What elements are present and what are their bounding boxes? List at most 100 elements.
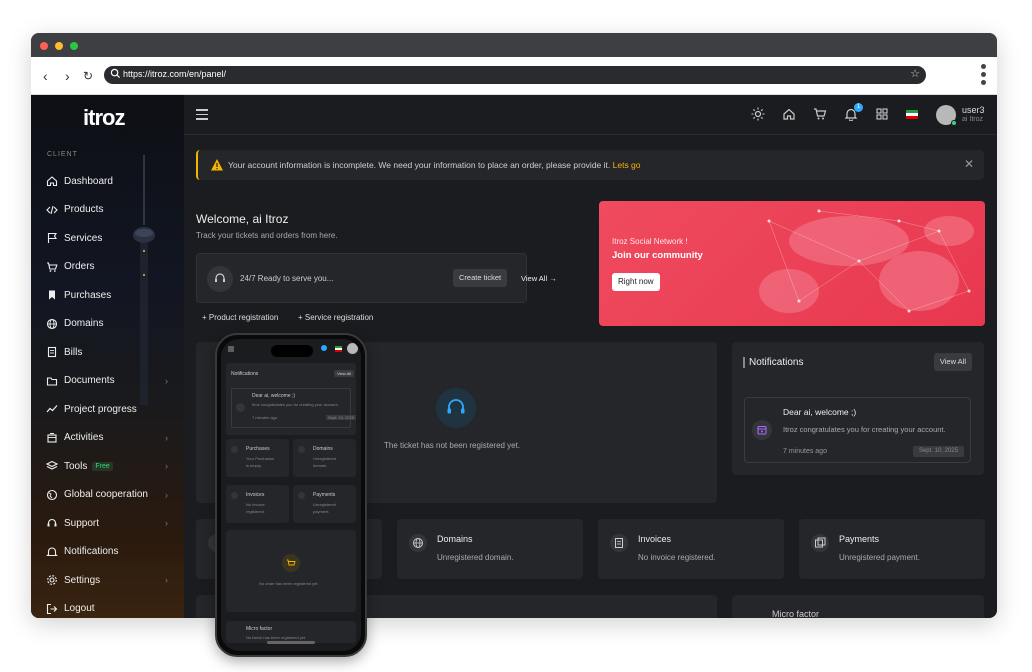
stat-subtitle: Unregistered domain. bbox=[437, 553, 514, 562]
sidebar-item-label: Bills bbox=[64, 346, 83, 358]
phone-notification-item[interactable]: Dear ai, welcome ;) Itroz congratulates … bbox=[231, 388, 357, 428]
back-icon[interactable]: ‹ bbox=[43, 68, 48, 84]
dynamic-island bbox=[271, 345, 313, 357]
product-registration-link[interactable]: + Product registration bbox=[202, 313, 278, 322]
phone-view-all-button[interactable]: View All bbox=[334, 370, 354, 377]
sidebar-item-label: Settings bbox=[64, 574, 101, 586]
url-text: https://itroz.com/en/panel/ bbox=[123, 69, 227, 79]
sidebar-item-support[interactable]: Support › bbox=[31, 509, 184, 538]
phone-card-title: Domains bbox=[313, 446, 333, 452]
phone-notification-date: Sept. 10, 2025 bbox=[326, 415, 357, 420]
sidebar-item-dashboard[interactable]: Dashboard bbox=[31, 167, 184, 196]
sidebar-item-products[interactable]: Products bbox=[31, 196, 184, 225]
sidebar-item-global-cooperation[interactable]: Global cooperation › bbox=[31, 481, 184, 510]
sidebar-item-services[interactable]: Services bbox=[31, 224, 184, 253]
lets-go-link[interactable]: Lets go bbox=[613, 160, 641, 170]
reload-icon[interactable]: ↻ bbox=[83, 69, 93, 83]
warning-icon bbox=[211, 159, 223, 171]
sidebar-item-purchases[interactable]: Purchases bbox=[31, 281, 184, 310]
incomplete-account-alert: Your account information is incomplete. … bbox=[196, 150, 984, 180]
home-icon[interactable] bbox=[782, 107, 796, 121]
phone-card-purchases[interactable]: Purchases Your Purchases is empty. bbox=[226, 439, 289, 477]
headset-icon bbox=[46, 517, 58, 529]
chevron-right-icon: › bbox=[165, 518, 168, 529]
browser-window: ‹ › ↻ https://itroz.com/en/panel/ ☆ itro… bbox=[31, 33, 997, 618]
create-ticket-button[interactable]: Create ticket bbox=[453, 269, 508, 287]
free-badge: Free bbox=[92, 461, 113, 471]
headset-icon bbox=[207, 266, 233, 292]
bell-icon bbox=[46, 546, 58, 558]
calendar-icon bbox=[752, 420, 772, 440]
forward-icon[interactable]: › bbox=[65, 68, 70, 84]
sidebar-item-label: Orders bbox=[64, 261, 95, 273]
notification-body: Itroz congratulates you for creating you… bbox=[783, 425, 946, 434]
app-container: itroz CLIENT Dashboard Products Services Or… bbox=[31, 95, 997, 618]
sidebar-item-activities[interactable]: Activities › bbox=[31, 424, 184, 453]
avatar[interactable] bbox=[347, 343, 358, 354]
invoice-icon bbox=[610, 534, 628, 552]
notifications-title: Notifications bbox=[743, 357, 803, 368]
view-all-label: View All bbox=[521, 274, 548, 283]
notification-count-badge: 1 bbox=[854, 103, 863, 112]
phone-card-invoices[interactable]: Invoices No invoice registered. bbox=[226, 485, 289, 523]
sidebar-item-bills[interactable]: Bills bbox=[31, 338, 184, 367]
activities-icon bbox=[46, 432, 58, 444]
phone-card-payments[interactable]: Payments Unregistered payment. bbox=[293, 485, 356, 523]
payment-icon bbox=[298, 492, 305, 499]
notification-item[interactable]: Dear ai, welcome ;) Itroz congratulates … bbox=[744, 397, 971, 463]
itroz-logo[interactable]: itroz bbox=[83, 105, 125, 131]
globe-cooperation-icon bbox=[46, 489, 58, 501]
cart-icon bbox=[282, 554, 300, 572]
browser-toolbar: ‹ › ↻ https://itroz.com/en/panel/ ☆ bbox=[31, 57, 997, 95]
sidebar-item-label: Global cooperation bbox=[64, 489, 148, 501]
user-name[interactable]: user3 bbox=[962, 105, 985, 115]
gear-icon bbox=[46, 574, 58, 586]
star-icon[interactable]: ☆ bbox=[910, 67, 920, 80]
sidebar-item-documents[interactable]: Documents › bbox=[31, 367, 184, 396]
sidebar-item-tools[interactable]: Tools Free › bbox=[31, 452, 184, 481]
phone-notification-body: Itroz congratulates you for creating you… bbox=[252, 402, 339, 407]
sidebar-item-label: Support bbox=[64, 517, 100, 529]
notifications-view-all-button[interactable]: View All bbox=[933, 353, 972, 371]
chart-line-icon bbox=[46, 403, 58, 415]
cart-icon[interactable] bbox=[813, 107, 827, 121]
stat-card-domains[interactable]: Domains Unregistered domain. bbox=[397, 519, 583, 579]
tickets-view-all-link[interactable]: View All → bbox=[521, 274, 557, 283]
minimize-window-button[interactable] bbox=[55, 42, 63, 50]
address-bar[interactable]: https://itroz.com/en/panel/ ☆ bbox=[104, 66, 926, 84]
sidebar-item-logout[interactable]: Logout bbox=[31, 595, 184, 619]
right-now-button[interactable]: Right now bbox=[612, 273, 660, 291]
phone-card-title: Invoices bbox=[246, 492, 265, 498]
apps-grid-icon[interactable] bbox=[875, 107, 889, 121]
phone-notifications-title: Notifications bbox=[231, 371, 259, 377]
phone-card-title: Purchases bbox=[246, 446, 270, 452]
phone-card-sub1: Your Purchases bbox=[246, 456, 275, 461]
community-banner: Itroz Social Network ! Join our communit… bbox=[599, 201, 985, 326]
language-flag-icon[interactable] bbox=[335, 346, 342, 352]
phone-card-sub1: No invoice bbox=[246, 502, 265, 507]
phone-micro-factor-card: Micro factor No factor has been register… bbox=[226, 621, 356, 643]
close-icon[interactable]: ✕ bbox=[964, 157, 974, 171]
service-registration-link[interactable]: + Service registration bbox=[298, 313, 373, 322]
stat-card-payments[interactable]: Payments Unregistered payment. bbox=[799, 519, 985, 579]
sidebar-item-project-progress[interactable]: Project progress bbox=[31, 395, 184, 424]
hamburger-menu-icon[interactable] bbox=[196, 109, 208, 123]
sidebar-item-orders[interactable]: Orders bbox=[31, 253, 184, 282]
micro-factor-title: Micro factor bbox=[772, 609, 820, 618]
phone-card-domains[interactable]: Domains Unregistered domain. bbox=[293, 439, 356, 477]
close-window-button[interactable] bbox=[40, 42, 48, 50]
sidebar-item-settings[interactable]: Settings › bbox=[31, 566, 184, 595]
sidebar-item-label: Domains bbox=[64, 318, 104, 330]
calendar-icon bbox=[236, 403, 245, 412]
arrow-right-icon: → bbox=[549, 274, 557, 283]
maximize-window-button[interactable] bbox=[70, 42, 78, 50]
theme-toggle-icon[interactable] bbox=[751, 107, 765, 121]
hamburger-menu-icon[interactable] bbox=[227, 345, 235, 353]
sidebar-item-domains[interactable]: Domains bbox=[31, 310, 184, 339]
sidebar-item-notifications[interactable]: Notifications bbox=[31, 538, 184, 567]
language-flag-icon[interactable] bbox=[906, 110, 918, 119]
browser-menu-icon[interactable] bbox=[981, 64, 987, 88]
phone-card-title: Payments bbox=[313, 492, 336, 498]
micro-factor-panel: Micro factor bbox=[732, 595, 984, 618]
stat-card-invoices[interactable]: Invoices No invoice registered. bbox=[598, 519, 784, 579]
